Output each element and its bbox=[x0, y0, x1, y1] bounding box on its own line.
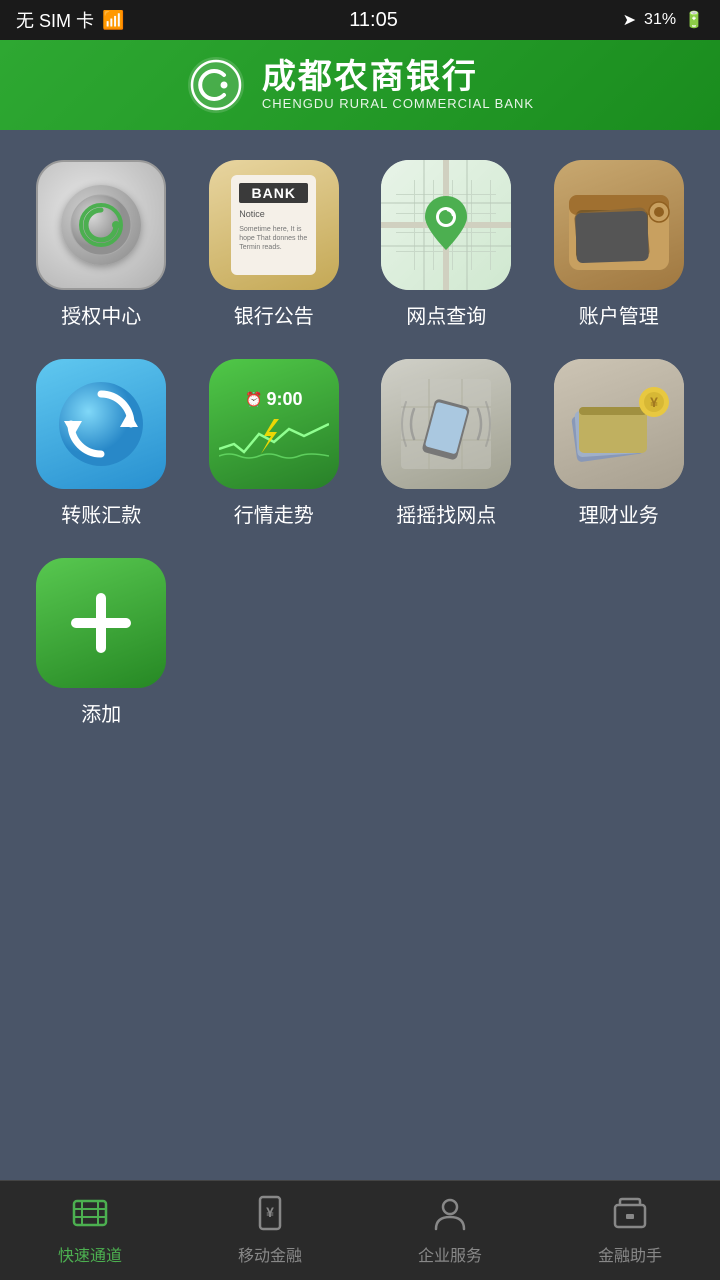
nav-item-quick[interactable]: 快速通道 bbox=[0, 1181, 180, 1280]
nav-label-mobile: 移动金融 bbox=[238, 1242, 302, 1266]
app-icon-finance: ¥ bbox=[554, 359, 684, 489]
nav-item-enterprise[interactable]: 企业服务 bbox=[360, 1181, 540, 1280]
enterprise-icon bbox=[432, 1195, 468, 1236]
battery-icon: 🔋 bbox=[684, 10, 704, 30]
bank-name-chinese: 成都农商银行 bbox=[262, 59, 534, 96]
app-item-finance[interactable]: ¥ 理财业务 bbox=[538, 359, 701, 528]
app-header: 成都农商银行 CHENGDU RURAL COMMERCIAL BANK bbox=[0, 40, 720, 130]
app-icon-market: ⏰ 9:00 bbox=[209, 359, 339, 489]
bottom-navigation: 快速通道 ¥ 移动金融 企业服务 金融助手 bbox=[0, 1180, 720, 1280]
battery-text: 31% bbox=[644, 11, 676, 29]
bank-logo bbox=[186, 55, 246, 115]
app-icon-transfer bbox=[36, 359, 166, 489]
nav-label-quick: 快速通道 bbox=[58, 1242, 122, 1266]
app-icon-account bbox=[554, 160, 684, 290]
app-icon-location bbox=[381, 160, 511, 290]
app-item-account[interactable]: 账户管理 bbox=[538, 160, 701, 329]
status-right: ➤ 31% 🔋 bbox=[623, 10, 704, 30]
header-text-group: 成都农商银行 CHENGDU RURAL COMMERCIAL BANK bbox=[262, 59, 534, 111]
app-item-location[interactable]: 网点查询 bbox=[365, 160, 528, 329]
app-icon-notice: BANK Notice Sometime here, It is hope Th… bbox=[209, 160, 339, 290]
status-time: 11:05 bbox=[349, 9, 398, 32]
app-grid: 授权中心 BANK Notice Sometime here, It is ho… bbox=[0, 130, 720, 747]
nav-item-assistant[interactable]: 金融助手 bbox=[540, 1181, 720, 1280]
app-label-auth: 授权中心 bbox=[61, 300, 141, 329]
app-item-auth[interactable]: 授权中心 bbox=[20, 160, 183, 329]
app-item-add[interactable]: 添加 bbox=[20, 558, 183, 727]
bank-name-english: CHENGDU RURAL COMMERCIAL BANK bbox=[262, 96, 534, 111]
app-label-shake: 摇摇找网点 bbox=[396, 499, 496, 528]
wifi-icon: 📶 bbox=[102, 10, 124, 31]
nav-label-enterprise: 企业服务 bbox=[418, 1242, 482, 1266]
app-label-account: 账户管理 bbox=[579, 300, 659, 329]
empty-area bbox=[0, 747, 720, 947]
status-bar: 无 SIM 卡 📶 11:05 ➤ 31% 🔋 bbox=[0, 0, 720, 40]
app-label-location: 网点查询 bbox=[406, 300, 486, 329]
svg-text:¥: ¥ bbox=[266, 1204, 274, 1220]
app-icon-shake bbox=[381, 359, 511, 489]
assistant-icon bbox=[612, 1195, 648, 1236]
app-label-notice: 银行公告 bbox=[234, 300, 314, 329]
app-item-shake[interactable]: 摇摇找网点 bbox=[365, 359, 528, 528]
app-icon-add bbox=[36, 558, 166, 688]
app-item-transfer[interactable]: 转账汇款 bbox=[20, 359, 183, 528]
app-label-add: 添加 bbox=[81, 698, 121, 727]
app-item-notice[interactable]: BANK Notice Sometime here, It is hope Th… bbox=[193, 160, 356, 329]
svg-text:¥: ¥ bbox=[650, 394, 658, 410]
nav-item-mobile[interactable]: ¥ 移动金融 bbox=[180, 1181, 360, 1280]
app-label-transfer: 转账汇款 bbox=[61, 499, 141, 528]
carrier-text: 无 SIM 卡 bbox=[16, 7, 94, 33]
app-item-market[interactable]: ⏰ 9:00 行情走势 bbox=[193, 359, 356, 528]
quick-icon bbox=[72, 1195, 108, 1236]
mobile-icon: ¥ bbox=[252, 1195, 288, 1236]
app-icon-auth bbox=[36, 160, 166, 290]
location-icon: ➤ bbox=[623, 10, 636, 30]
app-label-finance: 理财业务 bbox=[579, 499, 659, 528]
app-label-market: 行情走势 bbox=[234, 499, 314, 528]
nav-label-assistant: 金融助手 bbox=[598, 1242, 662, 1266]
status-left: 无 SIM 卡 📶 bbox=[16, 7, 124, 33]
